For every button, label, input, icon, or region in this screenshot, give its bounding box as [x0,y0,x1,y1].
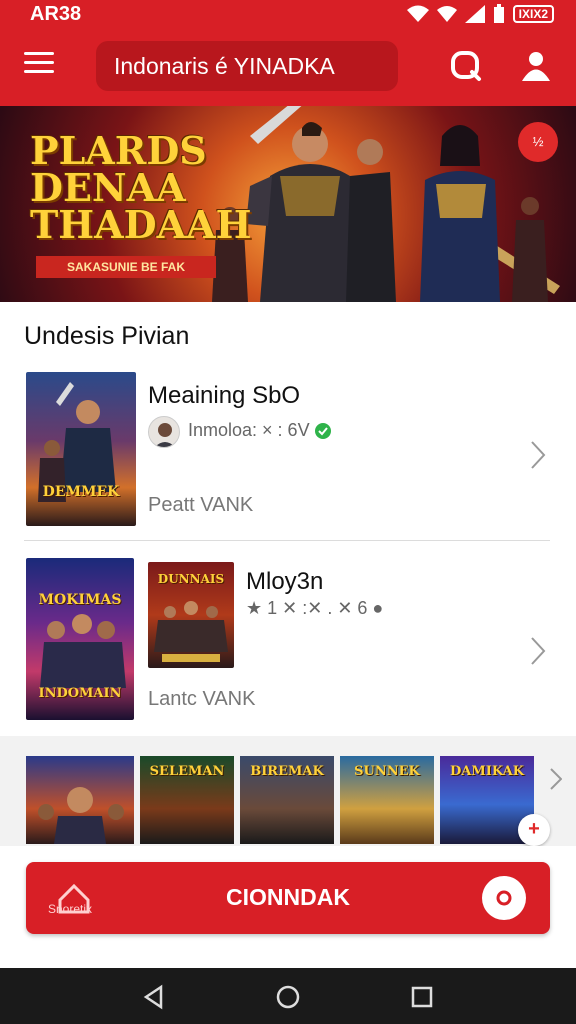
list-item[interactable]: DEMMEK Meaining SbO Inmoloa: × : 6V Peat… [0,370,576,540]
thumbnail-title: DAMIKAK [450,764,524,779]
divider [24,540,550,541]
hero-title-line-2: DENAA [30,165,186,210]
chevron-right-icon[interactable] [530,440,546,470]
back-icon[interactable] [141,984,167,1010]
status-icons: IXIX2 [406,4,554,24]
status-time: AR38 [30,3,82,25]
thumbnail-title: SELEMAN [149,764,225,779]
poster-title: DEMMEK [42,484,120,500]
thumbnail[interactable]: BIREMAK [240,756,334,844]
cta-label: CIONNDAK [226,884,350,910]
item-meta: ★ 1 ✕ :✕ . ✕ 6 ● [246,598,384,618]
hero-badge[interactable]: ½ [518,122,558,162]
thumbnail-strip: SELEMAN BIREMAK SUNNEK DAMIKAK [0,736,576,846]
thumbnail-art [38,787,124,844]
header-title[interactable]: Indonaris é YINADKA [96,41,398,91]
user-icon[interactable] [518,48,554,84]
cta-button[interactable]: Snoretix CIONNDAK [26,862,550,934]
chevron-right-icon[interactable] [550,768,562,790]
item-avatar [148,416,180,448]
thumbnail[interactable]: SUNNEK [340,756,434,844]
item-footer: Lantc VANK [148,688,256,710]
record-button[interactable] [482,876,526,920]
hero-title: PLARDS DENAA THADAAH [30,128,252,247]
search-icon[interactable] [448,48,484,84]
home-nav-icon[interactable] [275,984,301,1010]
thumbnail[interactable] [26,756,134,844]
item-title: Meaining SbO [148,382,301,409]
bottom-action-area: Snoretix CIONNDAK [0,846,576,968]
thumbnail[interactable]: SELEMAN [140,756,234,844]
record-icon [496,890,512,906]
item-meta-text: Inmoloa: × : 6V [188,420,310,440]
poster-title: INDOMAIN [38,686,122,701]
list-item[interactable]: MOKIMAS INDOMAIN DUNNAIS Mloy3n ★ 1 ✕ :✕… [0,556,576,736]
poster-art [38,382,116,502]
second-poster-title: DUNNAIS [157,572,225,586]
item-poster: MOKIMAS INDOMAIN [26,558,134,720]
system-nav-bar [0,968,576,1024]
poster-top-text: MOKIMAS [38,592,122,608]
item-meta: Inmoloa: × : 6V [188,420,332,441]
recents-icon[interactable] [409,984,435,1010]
verified-icon [314,422,331,439]
wifi-icon-secondary [436,6,457,22]
add-button[interactable]: + [518,814,550,846]
item-poster: DEMMEK [26,372,136,526]
hero-title-line-1: PLARDS [30,128,207,173]
battery-icon [493,4,504,23]
thumbnail-title: BIREMAK [250,764,324,779]
signal-icon [464,5,485,23]
menu-icon[interactable] [24,52,54,78]
hero-title-line-3: THADAAH [30,202,252,247]
hero-subtitle: SAKASUNIE BE FAK [36,256,216,278]
avatar-icon [154,423,176,447]
hero-banner[interactable]: PLARDS DENAA THADAAH SAKASUNIE BE FAK ½ [0,106,576,302]
chevron-right-icon[interactable] [530,636,546,666]
thumbnail-title: SUNNEK [354,764,420,779]
battery-text: IXIX2 [512,5,554,23]
wifi-icon [406,5,429,22]
item-footer: Peatt VANK [148,494,254,516]
item-second-poster: DUNNAIS [148,562,234,668]
app-header: Indonaris é YINADKA [0,28,576,106]
item-title: Mloy3n [246,568,324,595]
section-title: Undesis Pivian [24,322,190,350]
status-bar: AR38 IXIX2 [0,0,576,28]
